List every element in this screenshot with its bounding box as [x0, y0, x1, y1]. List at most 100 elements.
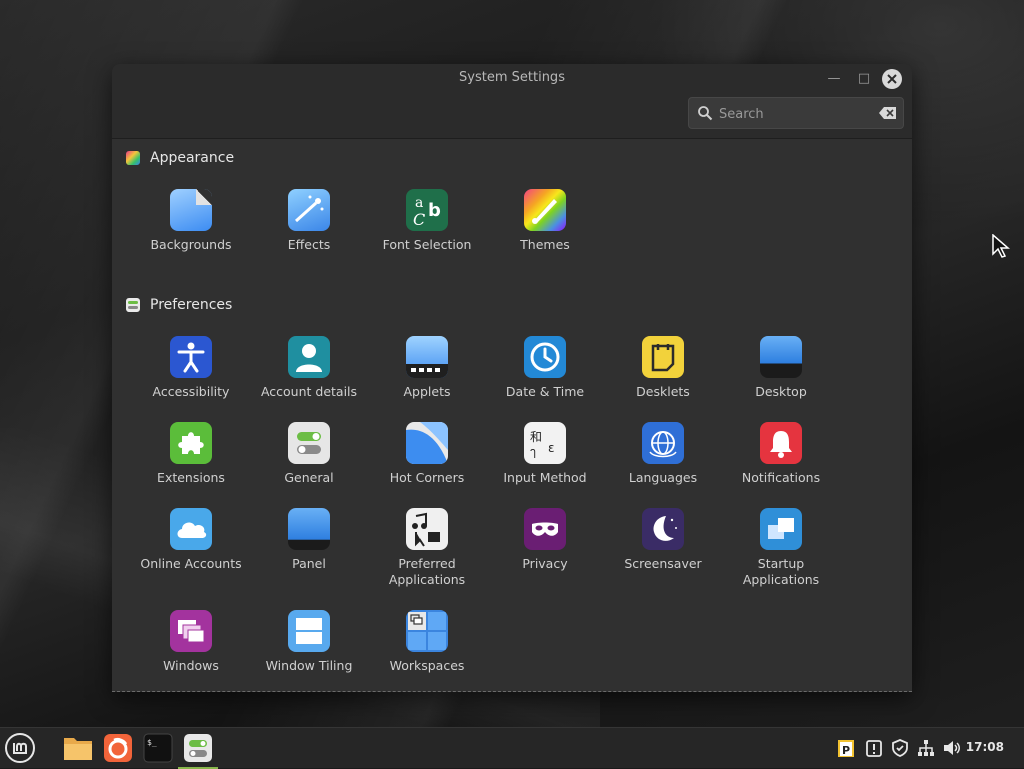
minimize-button[interactable]: — — [824, 69, 844, 89]
item-label: Languages — [628, 470, 698, 485]
item-label: Accessibility — [152, 384, 230, 399]
input-method-icon: 和ๅε — [524, 422, 566, 464]
menu-button[interactable] — [4, 732, 36, 764]
item-extensions[interactable]: Extensions — [132, 422, 250, 486]
volume-icon[interactable] — [942, 738, 962, 758]
item-online-accounts[interactable]: Online Accounts — [132, 508, 250, 572]
workspaces-icon — [406, 610, 448, 652]
item-label: Preferred Applications — [388, 556, 466, 587]
svg-text:ε: ε — [548, 441, 555, 455]
item-font-selection[interactable]: a b C Font Selection — [368, 189, 486, 253]
preferences-icon — [126, 298, 140, 312]
item-label: Windows — [163, 658, 219, 673]
item-label: Privacy — [522, 556, 568, 571]
terminal-icon: $_ — [143, 733, 173, 763]
themes-icon — [524, 189, 566, 231]
terminal-launcher[interactable]: $_ — [142, 732, 174, 764]
item-date-time[interactable]: Date & Time — [486, 336, 604, 400]
item-windows[interactable]: Windows — [132, 610, 250, 674]
desktop-icon — [760, 336, 802, 378]
firefox-launcher[interactable] — [102, 732, 134, 764]
accessibility-icon — [170, 336, 212, 378]
panel-icon — [288, 508, 330, 550]
svg-text:$_: $_ — [147, 738, 157, 747]
section-header-preferences: Preferences — [126, 294, 232, 316]
item-screensaver[interactable]: Screensaver — [604, 508, 722, 572]
titlebar[interactable]: System Settings — □ — [112, 64, 912, 139]
item-privacy[interactable]: Privacy — [486, 508, 604, 572]
item-languages[interactable]: Languages — [604, 422, 722, 486]
item-window-tiling[interactable]: Window Tiling — [250, 610, 368, 674]
hot-corners-icon — [406, 422, 448, 464]
item-label: Applets — [403, 384, 451, 399]
item-hot-corners[interactable]: Hot Corners — [368, 422, 486, 486]
files-launcher[interactable] — [62, 732, 94, 764]
item-label: Desklets — [636, 384, 690, 399]
mask-icon — [524, 508, 566, 550]
svg-text:a: a — [415, 195, 423, 211]
item-label: Extensions — [157, 470, 225, 485]
settings-content: Appearance Backgrounds Effects a b C Fon… — [112, 139, 912, 692]
search-input[interactable] — [717, 102, 871, 126]
item-label: Hot Corners — [389, 470, 465, 485]
moon-icon — [642, 508, 684, 550]
item-applets[interactable]: Applets — [368, 336, 486, 400]
item-effects[interactable]: Effects — [250, 189, 368, 253]
item-label: Startup Applications — [742, 556, 820, 587]
menu-icon — [5, 733, 35, 763]
svg-text:C: C — [413, 210, 425, 229]
item-desktop[interactable]: Desktop — [722, 336, 840, 400]
item-label: Notifications — [741, 470, 821, 485]
cloud-icon — [170, 508, 212, 550]
item-label: Window Tiling — [265, 658, 353, 673]
item-label: Input Method — [503, 470, 587, 485]
item-accessibility[interactable]: Accessibility — [132, 336, 250, 400]
settings-launcher[interactable] — [178, 732, 218, 769]
item-themes[interactable]: Themes — [486, 189, 604, 253]
item-label: Online Accounts — [140, 556, 242, 571]
globe-icon — [642, 422, 684, 464]
clear-search-icon[interactable] — [879, 106, 897, 120]
maximize-button[interactable]: □ — [854, 69, 874, 89]
item-preferred-applications[interactable]: Preferred Applications — [368, 508, 486, 588]
item-input-method[interactable]: 和ๅε Input Method — [486, 422, 604, 486]
firefox-icon — [104, 734, 132, 762]
search-icon — [698, 106, 713, 121]
item-general[interactable]: General — [250, 422, 368, 486]
item-desklets[interactable]: Desklets — [604, 336, 722, 400]
search-box[interactable] — [688, 97, 904, 129]
shield-icon[interactable] — [890, 738, 910, 758]
item-label: Themes — [520, 237, 570, 252]
network-icon[interactable] — [916, 738, 936, 758]
applets-icon — [406, 336, 448, 378]
mouse-pointer-icon — [992, 234, 1010, 258]
taskbar: $_ P 17:08 — [0, 727, 1024, 769]
bell-icon — [760, 422, 802, 464]
item-account-details[interactable]: Account details — [250, 336, 368, 400]
item-panel[interactable]: Panel — [250, 508, 368, 572]
clipboard-icon[interactable]: P — [836, 738, 856, 758]
clock[interactable]: 17:08 — [966, 740, 1004, 754]
svg-text:ๅ: ๅ — [530, 445, 536, 459]
item-notifications[interactable]: Notifications — [722, 422, 840, 486]
item-backgrounds[interactable]: Backgrounds — [132, 189, 250, 253]
files-icon — [64, 738, 92, 760]
svg-text:b: b — [428, 200, 441, 221]
item-label: Backgrounds — [150, 237, 232, 252]
item-workspaces[interactable]: Workspaces — [368, 610, 486, 674]
item-startup-applications[interactable]: Startup Applications — [722, 508, 840, 588]
appearance-icon — [126, 151, 140, 165]
close-button[interactable] — [882, 69, 902, 89]
backgrounds-icon — [170, 189, 212, 231]
desklets-icon — [642, 336, 684, 378]
item-label: Date & Time — [505, 384, 585, 399]
svg-text:和: 和 — [530, 430, 542, 444]
item-label: Font Selection — [382, 237, 472, 252]
item-label: Effects — [287, 237, 331, 252]
svg-text:P: P — [842, 744, 850, 757]
update-icon[interactable] — [864, 738, 884, 758]
close-icon — [887, 74, 897, 84]
toggle-icon — [288, 422, 330, 464]
clock-icon — [524, 336, 566, 378]
item-label: Workspaces — [389, 658, 465, 673]
